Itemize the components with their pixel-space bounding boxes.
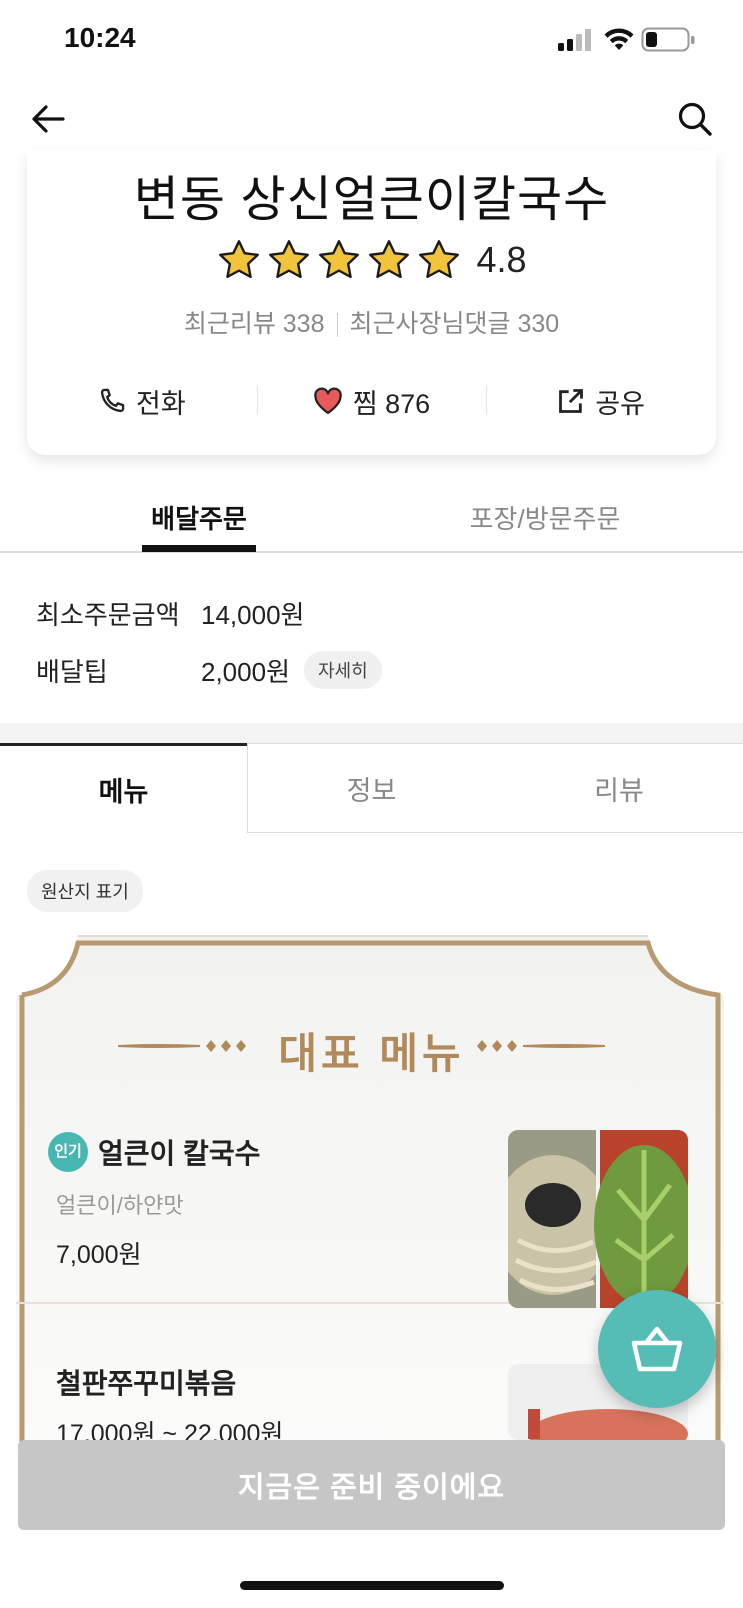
menu-tabs: 메뉴 정보 리뷰 xyxy=(0,743,743,833)
rating-row: 4.8 xyxy=(27,238,716,282)
tab-review[interactable]: 리뷰 xyxy=(495,743,743,833)
status-bar: 10:24 xyxy=(0,0,743,80)
origin-info-button[interactable]: 원산지 표기 xyxy=(27,870,143,912)
menu-item[interactable]: 인기 얼큰이 칼국수 얼큰이/하얀맛 7,000원 xyxy=(28,1130,718,1312)
tab-menu-label: 메뉴 xyxy=(98,777,149,807)
order-info: 최소주문금액 14,000원 배달팁 2,000원 자세히 xyxy=(0,553,743,723)
cart-button[interactable] xyxy=(598,1290,716,1408)
star-icon xyxy=(419,240,460,279)
popular-badge: 인기 xyxy=(48,1132,88,1172)
menu-item-title-row: 인기 얼큰이 칼국수 xyxy=(48,1132,260,1172)
tab-info[interactable]: 정보 xyxy=(247,743,495,833)
rating-value: 4.8 xyxy=(476,239,527,280)
min-order-value: 14,000원 xyxy=(201,600,305,630)
status-time: 10:24 xyxy=(64,22,136,53)
menu-item-photo xyxy=(508,1130,688,1308)
navigation-bar xyxy=(0,84,743,154)
divider xyxy=(336,313,338,338)
min-order-label: 최소주문금액 xyxy=(36,600,180,630)
delivery-tip-row: 배달팁 2,000원 자세히 xyxy=(36,651,382,689)
arrow-left-icon xyxy=(32,105,65,133)
tab-delivery-order[interactable]: 배달주문 xyxy=(143,487,255,553)
menu-item-name: 철판쭈꾸미볶음 xyxy=(56,1368,237,1399)
search-icon xyxy=(678,102,712,136)
tab-pickup-label: 포장/방문주문 xyxy=(469,504,621,534)
owner-replies-count: 최근사장님댓글 330 xyxy=(349,310,560,338)
tab-menu[interactable]: 메뉴 xyxy=(0,743,247,833)
min-order-row: 최소주문금액 14,000원 xyxy=(36,595,304,632)
heart-icon xyxy=(314,387,342,414)
delivery-tip-label: 배달팁 xyxy=(36,656,108,687)
basket-icon xyxy=(631,1326,683,1372)
share-label: 공유 xyxy=(595,388,646,419)
menu-item-name: 얼큰이 칼국수 xyxy=(98,1138,261,1169)
share-icon xyxy=(559,389,584,413)
wifi-icon xyxy=(604,28,634,50)
tab-info-label: 정보 xyxy=(346,775,397,806)
store-card: 변동 상신얼큰이칼국수 4.8 최근리뷰 338 최근사장님댓글 330 전화 찜… xyxy=(27,150,716,455)
like-count: 찜 876 xyxy=(352,388,431,419)
tab-delivery-label: 배달주문 xyxy=(151,504,247,534)
star-icon xyxy=(369,240,410,279)
star-icon xyxy=(269,240,310,279)
home-indicator xyxy=(240,1581,504,1590)
cellular-signal-icon xyxy=(558,29,591,51)
delivery-tip-value: 2,000원 xyxy=(201,656,290,687)
preparing-status-button: 지금은 준비 중이에요 xyxy=(18,1440,725,1530)
back-button[interactable] xyxy=(23,94,73,144)
order-type-tabs: 배달주문 포장/방문주문 xyxy=(0,487,743,553)
tab-review-label: 리뷰 xyxy=(594,775,644,806)
battery-icon xyxy=(641,27,695,52)
store-name: 변동 상신얼큰이칼국수 xyxy=(133,173,610,227)
like-button[interactable]: 찜 876 xyxy=(256,375,487,427)
menu-item-description: 얼큰이/하얀맛 xyxy=(56,1193,184,1218)
star-icon xyxy=(219,240,260,279)
recent-reviews-count: 최근리뷰 338 xyxy=(183,310,325,338)
tab-pickup-order[interactable]: 포장/방문주문 xyxy=(450,487,640,553)
search-button[interactable] xyxy=(670,94,720,144)
store-actions: 전화 찜 876 공유 xyxy=(27,375,716,427)
menu-item-price: 7,000원 xyxy=(56,1241,142,1269)
active-tab-indicator xyxy=(142,545,256,552)
star-icon xyxy=(319,240,360,279)
call-button[interactable]: 전화 xyxy=(27,375,257,427)
phone-icon xyxy=(100,388,125,413)
tip-detail-button[interactable]: 자세히 xyxy=(303,651,382,689)
representative-menu-title: 대표 메뉴 xyxy=(278,1030,465,1077)
call-label: 전화 xyxy=(135,388,186,419)
share-button[interactable]: 공유 xyxy=(486,375,716,427)
review-stats[interactable]: 최근리뷰 338 최근사장님댓글 330 xyxy=(27,304,716,340)
section-divider xyxy=(0,723,743,743)
